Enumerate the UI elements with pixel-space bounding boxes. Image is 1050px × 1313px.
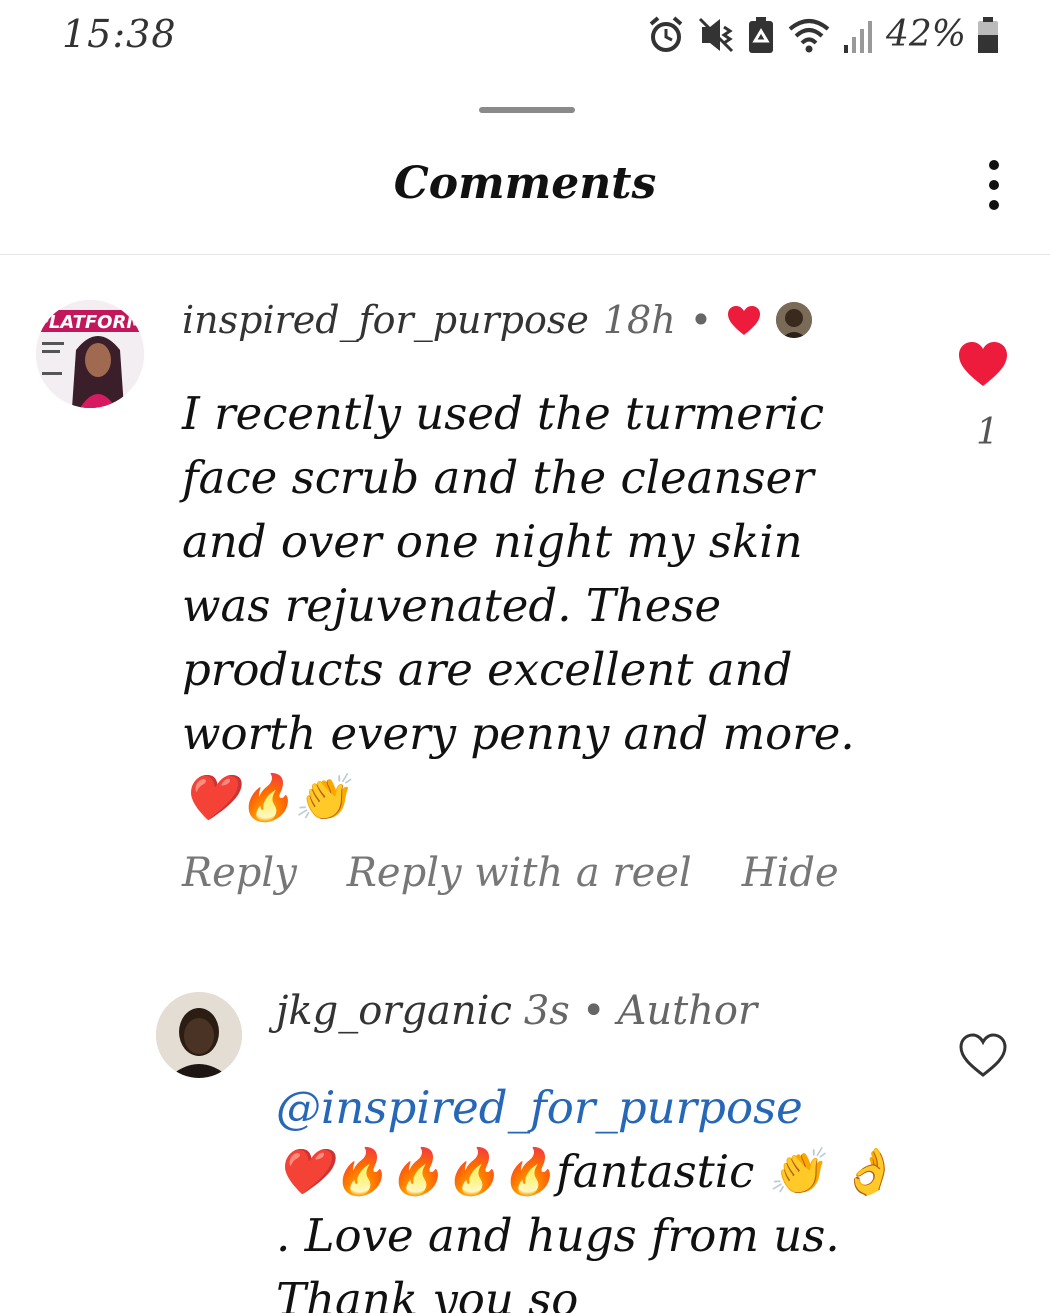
battery-saver-icon (748, 16, 773, 53)
comment-time: 3s (523, 988, 570, 1034)
page-title: Comments (393, 158, 657, 209)
meta-separator: • (581, 988, 606, 1034)
reply-button[interactable]: Reply (182, 850, 297, 896)
signal-icon (843, 20, 872, 53)
alarm-icon (649, 15, 683, 52)
reply-text: ❤️🔥🔥🔥🔥fantastic 👏 👌 . Love and hugs from… (276, 1145, 895, 1313)
battery-icon (978, 16, 998, 53)
vibrate-icon (698, 17, 734, 52)
more-options-button[interactable] (976, 160, 1012, 210)
comments-header: Comments (0, 130, 1050, 255)
comment-actions: Reply Reply with a reel Hide (182, 850, 839, 896)
status-bar: 15:38 42% (0, 0, 1050, 75)
comment-text: I recently used the turmeric face scrub … (182, 387, 855, 824)
comment-username[interactable]: jkg_organic (276, 988, 512, 1034)
reply-with-reel-button[interactable]: Reply with a reel (347, 850, 692, 896)
creator-liked-heart-icon (728, 305, 761, 335)
status-time: 15:38 (62, 12, 177, 56)
comment-time: 18h (602, 298, 676, 342)
hide-button[interactable]: Hide (742, 850, 839, 896)
like-count: 1 (976, 412, 999, 453)
like-heart-icon[interactable] (957, 340, 1009, 388)
like-heart-outline-icon[interactable] (958, 1032, 1008, 1078)
author-badge: Author (617, 988, 758, 1034)
mention-link[interactable]: @inspired_for_purpose (276, 1076, 896, 1140)
creator-avatar (776, 302, 813, 338)
comment-meta: jkg_organic 3s • Author (276, 988, 757, 1034)
avatar[interactable] (156, 992, 242, 1078)
reply-comment-item: jkg_organic 3s • Author @inspired_for_pu… (0, 988, 1050, 1313)
wifi-icon (788, 18, 830, 52)
battery-percent: 42% (885, 14, 966, 55)
avatar[interactable]: PLATFORM (36, 300, 144, 408)
more-vertical-icon (989, 160, 999, 170)
comment-text: @inspired_for_purpose ❤️🔥🔥🔥🔥fantastic 👏 … (276, 1076, 896, 1313)
comment-username[interactable]: inspired_for_purpose (182, 298, 589, 342)
sheet-drag-handle[interactable] (479, 107, 575, 113)
comment-item: PLATFORM inspired_for_purpose 18h • I re… (0, 290, 1050, 930)
comment-meta: inspired_for_purpose 18h • (182, 298, 813, 342)
status-icons: 42% (646, 14, 1000, 55)
svg-text:PLATFORM: PLATFORM (36, 312, 144, 333)
meta-separator: • (689, 298, 713, 342)
